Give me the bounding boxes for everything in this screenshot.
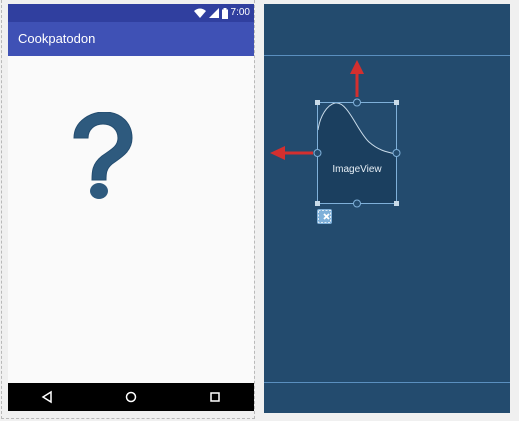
- status-bar: 7:00: [8, 4, 254, 22]
- resize-handle-top-right[interactable]: [394, 100, 399, 105]
- anchor-top[interactable]: [353, 98, 361, 107]
- wifi-icon: [193, 8, 206, 18]
- status-time: 7:00: [230, 7, 250, 18]
- up-arrow-icon: [350, 60, 364, 97]
- app-title: Cookpatodon: [18, 31, 96, 46]
- resize-handle-bottom-right[interactable]: [394, 201, 399, 206]
- navigation-bar: [8, 383, 254, 411]
- signal-icon: [208, 8, 219, 18]
- back-triangle-icon[interactable]: [40, 390, 54, 404]
- home-circle-icon[interactable]: [124, 390, 138, 404]
- anchor-left[interactable]: [313, 149, 322, 157]
- anchor-right[interactable]: [392, 149, 401, 157]
- blueprint-view[interactable]: ImageView: [264, 4, 510, 413]
- app-bar: Cookpatodon: [8, 22, 254, 56]
- device-preview[interactable]: 7:00 Cookpatodon: [8, 4, 254, 411]
- image-view-blueprint[interactable]: [264, 4, 510, 413]
- clear-constraints-icon[interactable]: [317, 209, 332, 224]
- content-area: [8, 56, 254, 383]
- resize-handle-top-left[interactable]: [315, 100, 320, 105]
- battery-icon: [221, 7, 228, 19]
- left-arrow-icon: [270, 146, 313, 160]
- question-mark-icon[interactable]: [66, 112, 138, 202]
- anchor-bottom[interactable]: [353, 199, 361, 208]
- recents-square-icon[interactable]: [208, 390, 222, 404]
- image-thumbnail: [318, 102, 396, 204]
- image-view-label: ImageView: [332, 164, 382, 175]
- resize-handle-bottom-left[interactable]: [315, 201, 320, 206]
